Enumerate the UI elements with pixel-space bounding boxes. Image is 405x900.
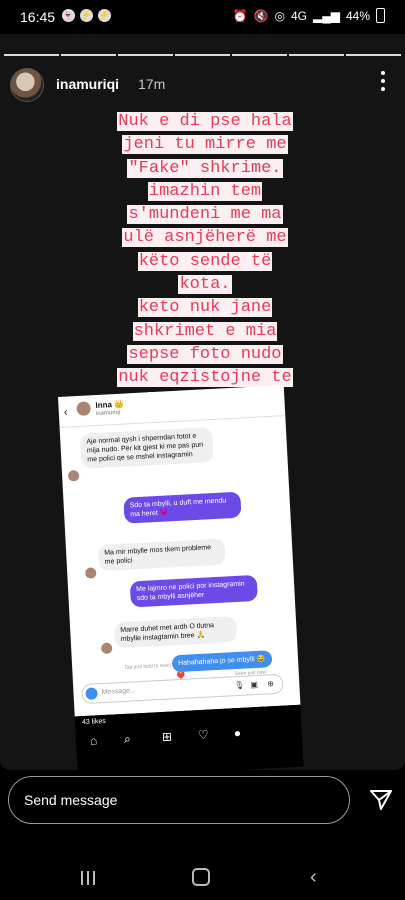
hotspot-icon: ◎ [274,8,285,23]
status-bar: 16:45 👻 ⚡ ⚡ ⏰ 🔇 ◎ 4G ▂▄▆ 44% [0,0,405,34]
camera-icon [85,687,98,700]
caption-line: kota. [178,275,232,295]
gallery-icon: ▣ [250,679,259,690]
recent-apps-icon[interactable] [80,870,96,886]
network-label: 4G [290,8,307,23]
dm-avatar-mini [84,567,97,579]
caption-line: jeni tu mirre me [122,135,288,155]
battery-icon [376,8,385,23]
tap-hint: Tap and hold to react [124,662,172,671]
home-icon: ⌂ [89,733,98,748]
story-progress-segment [4,54,59,56]
message-received: Marre duhet met ardh O tlutna mbylle ins… [113,615,238,649]
notification-icons: 👻 ⚡ ⚡ [62,9,111,22]
messenger-icon: ⚡ [80,9,93,22]
send-message-placeholder: Send message [24,792,118,808]
likes-count: 43 likes [81,717,106,727]
caption-line: imazhin tem [147,181,263,201]
story-header: inamuriqi 17m [10,68,395,104]
dm-avatar-mini [67,470,80,482]
search-icon: ⌕ [123,731,132,747]
story-progress-segment [61,54,116,56]
sticker-icon: ⊕ [267,679,275,689]
battery-percent: 44% [345,8,370,23]
back-arrow-icon: ‹ [63,404,69,419]
story-username[interactable]: inamuriqi [56,76,119,92]
heart-icon: ♡ [197,727,210,743]
alarm-icon: ⏰ [232,8,248,23]
caption-line: Nuk e di pse hala [117,112,293,131]
dm-handle: inamuriqi [95,409,121,418]
dm-name: Inna 👑 [95,399,125,411]
mic-icon: 🎙 [234,680,245,691]
add-post-icon: ⊞ [161,729,173,745]
story-view[interactable]: inamuriqi 17m Nuk e di pse hala jeni tu m… [0,34,405,770]
caption-line: nuk eqzistojne te [117,368,293,388]
story-progress-segment [232,54,287,56]
caption-line: këto sende të [137,251,273,271]
story-progress-bar [4,54,401,56]
system-nav-bar: ‹ [0,848,405,900]
screenshot-nav: 43 likes ⌂ ⌕ ⊞ ♡ ● [74,704,304,770]
status-time: 16:45 [20,9,56,25]
caption-line: sepse foto nudo [127,344,283,364]
avatar[interactable] [10,68,44,102]
snapchat-icon: 👻 [62,9,75,22]
story-progress-segment [118,54,173,56]
dm-header: ‹ Inna 👑 inamuriqi [58,385,286,428]
send-message-input[interactable]: Send message [8,776,350,824]
caption-line: "Fake" shkrime. [127,158,283,178]
dm-avatar-mini [100,642,113,655]
system-icons: ⏰ 🔇 ◎ 4G ▂▄▆ 44% [233,8,385,23]
more-options-icon[interactable] [381,71,385,95]
story-time-ago: 17m [138,76,166,92]
dm-compose-box: Message... 🎙 ▣ ⊕ [81,673,284,705]
message-sent: Me lajmro ne polici por instagramin sdo … [129,574,258,608]
mute-icon: 🔇 [253,8,269,23]
message-received: Aje normal qysh i shperndan fotot e mija… [79,426,214,469]
message-received: Ma mir mbylle mos tkem probleme me polic… [97,538,226,572]
story-progress-segment [289,54,344,56]
dm-compose-placeholder: Message... [101,687,136,697]
messenger-icon-2: ⚡ [98,9,111,22]
dm-avatar [76,401,92,417]
profile-avatar-icon: ● [233,725,242,741]
reply-bar: Send message [0,770,405,840]
send-icon[interactable] [369,789,393,811]
caption-line: shkrimet e mia [132,321,278,341]
dm-screenshot: ‹ Inna 👑 inamuriqi Aje normal qysh i shp… [58,385,301,717]
embedded-screenshot: ‹ Inna 👑 inamuriqi Aje normal qysh i shp… [58,385,304,770]
signal-icon: ▂▄▆ [313,8,340,23]
story-progress-segment [175,54,230,56]
message-sent: Sdo ta mbylli, u duft me mendu ma heret … [123,491,242,524]
caption-line: s'mundeni me ma [127,205,283,225]
caption-line: ulë asnjëherë me [122,228,288,248]
caption-line: keto nuk jane [137,298,273,318]
home-button[interactable] [192,868,210,886]
story-progress-segment [346,54,401,56]
back-button[interactable]: ‹ [310,866,317,889]
